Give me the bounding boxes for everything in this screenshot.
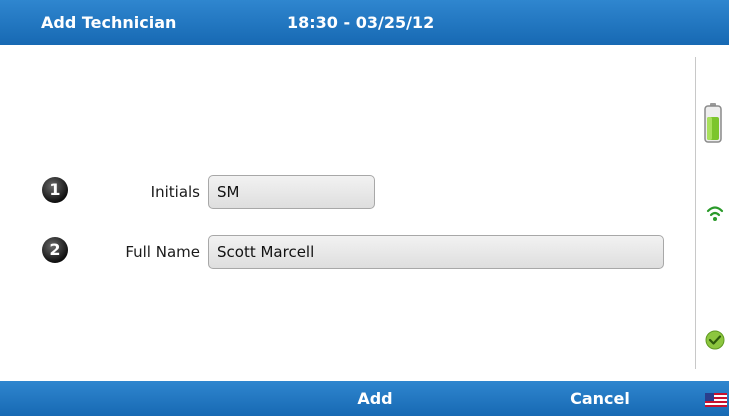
initials-input[interactable]: [208, 175, 375, 209]
initials-row: 1 Initials: [0, 173, 695, 213]
fullname-label: Full Name: [125, 243, 200, 261]
title-bar: Add Technician 18:30 - 03/25/12: [0, 0, 729, 45]
page-title: Add Technician: [41, 13, 177, 32]
initials-label: Initials: [150, 183, 200, 201]
cancel-button[interactable]: Cancel: [550, 381, 650, 416]
wifi-icon: [706, 206, 724, 221]
fullname-input[interactable]: [208, 235, 664, 269]
datetime-display: 18:30 - 03/25/12: [287, 13, 435, 32]
fullname-row: 2 Full Name: [0, 233, 695, 273]
battery-icon: [704, 103, 722, 143]
add-button[interactable]: Add: [330, 381, 420, 416]
bottom-bar: Add Cancel: [0, 381, 729, 416]
check-icon: [705, 330, 725, 350]
flag-icon[interactable]: [705, 393, 727, 407]
sidebar-divider: [695, 57, 696, 369]
